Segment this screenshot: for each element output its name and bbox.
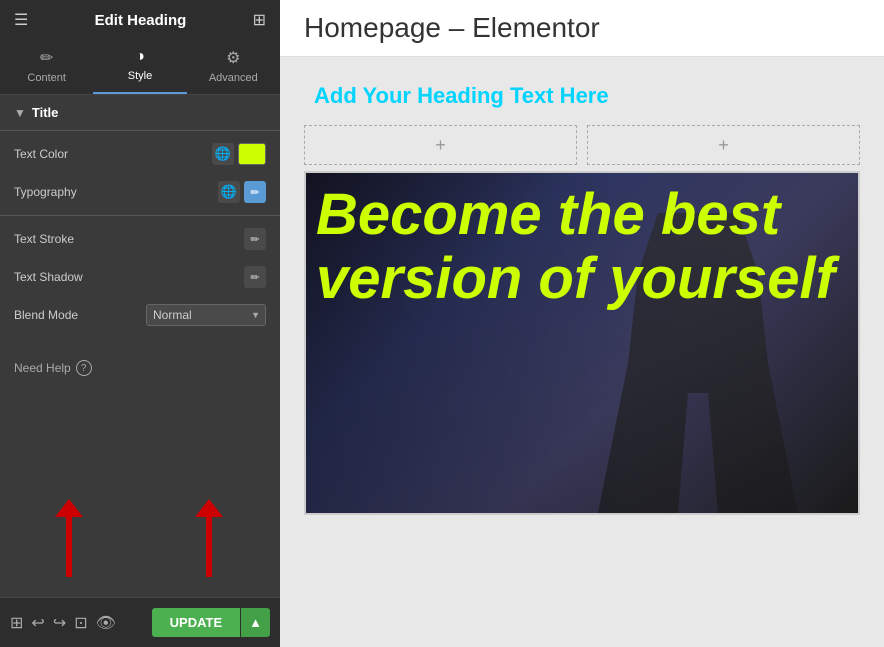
placeholder-row: + + bbox=[304, 125, 860, 165]
blend-mode-row: Blend Mode Normal Multiply Screen Overla… bbox=[0, 296, 280, 334]
text-stroke-row: Text Stroke ✏ bbox=[0, 220, 280, 258]
update-button[interactable]: UPDATE bbox=[152, 608, 240, 637]
text-stroke-controls: ✏ bbox=[244, 228, 266, 250]
text-color-controls: 🌐 bbox=[212, 143, 266, 165]
text-color-swatch[interactable] bbox=[238, 143, 266, 165]
left-arrow-up bbox=[55, 499, 83, 517]
canvas-area[interactable]: Add Your Heading Text Here + + Become th… bbox=[280, 57, 884, 647]
advanced-tab-icon: ⚙ bbox=[226, 48, 240, 68]
update-arrow-button[interactable]: ▲ bbox=[241, 608, 270, 637]
text-color-global-icon[interactable]: 🌐 bbox=[212, 143, 234, 165]
blend-mode-label: Blend Mode bbox=[14, 308, 78, 322]
grid-icon[interactable]: ⊞ bbox=[253, 10, 266, 30]
left-arrow-shaft bbox=[66, 517, 72, 577]
layers-icon[interactable]: ⊞ bbox=[10, 613, 23, 633]
typography-label: Typography bbox=[14, 185, 77, 199]
page-title-bar: Homepage – Elementor bbox=[280, 0, 884, 57]
page-title: Homepage – Elementor bbox=[304, 12, 860, 44]
eye-icon[interactable]: 👁 bbox=[96, 613, 116, 633]
typography-controls: 🌐 ✏ bbox=[218, 181, 266, 203]
text-shadow-row: Text Shadow ✏ bbox=[0, 258, 280, 296]
responsive-icon[interactable]: ⊡ bbox=[74, 613, 87, 633]
panel-title: Edit Heading bbox=[95, 12, 187, 29]
blend-mode-controls: Normal Multiply Screen Overlay Darken Li… bbox=[146, 304, 266, 326]
section-title-label: Title bbox=[32, 105, 59, 120]
need-help-row[interactable]: Need Help ? bbox=[0, 350, 280, 386]
typography-row: Typography 🌐 ✏ bbox=[0, 173, 280, 211]
typography-global-icon[interactable]: 🌐 bbox=[218, 181, 240, 203]
placeholder-box-left[interactable]: + bbox=[304, 125, 577, 165]
text-shadow-label: Text Shadow bbox=[14, 270, 83, 284]
redo-icon[interactable]: ↪ bbox=[53, 613, 66, 633]
blend-mode-select[interactable]: Normal Multiply Screen Overlay Darken Li… bbox=[146, 304, 266, 326]
style-tab-icon: ◑ bbox=[135, 48, 145, 66]
placeholder-box-right[interactable]: + bbox=[587, 125, 860, 165]
right-content: Homepage – Elementor Add Your Heading Te… bbox=[280, 0, 884, 647]
title-section-header[interactable]: ▼ Title bbox=[0, 95, 280, 131]
typography-edit-icon[interactable]: ✏ bbox=[244, 181, 266, 203]
text-stroke-label: Text Stroke bbox=[14, 232, 74, 246]
right-arrow-shaft bbox=[206, 517, 212, 577]
heading-element[interactable]: Add Your Heading Text Here bbox=[304, 77, 860, 115]
content-tab-label: Content bbox=[27, 72, 66, 84]
bottom-bar: ⊞ ↩ ↪ ⊡ 👁 UPDATE ▲ bbox=[0, 597, 280, 647]
need-help-label: Need Help bbox=[14, 361, 71, 375]
panel-header: ☰ Edit Heading ⊞ bbox=[0, 0, 280, 40]
text-color-label: Text Color bbox=[14, 147, 68, 161]
text-shadow-edit-icon[interactable]: ✏ bbox=[244, 266, 266, 288]
text-shadow-controls: ✏ bbox=[244, 266, 266, 288]
arrows-area bbox=[0, 386, 280, 597]
left-panel: ☰ Edit Heading ⊞ ✏ Content ◑ Style ⚙ Adv… bbox=[0, 0, 280, 647]
big-heading-text: Become the best version of yourself bbox=[316, 183, 848, 311]
properties-panel: Text Color 🌐 Typography 🌐 ✏ Text Stroke … bbox=[0, 131, 280, 350]
tab-advanced[interactable]: ⚙ Advanced bbox=[187, 40, 280, 94]
advanced-tab-label: Advanced bbox=[209, 72, 258, 84]
chevron-down-icon: ▼ bbox=[14, 106, 26, 120]
resize-handle[interactable] bbox=[858, 328, 860, 358]
separator-1 bbox=[0, 215, 280, 216]
text-stroke-edit-icon[interactable]: ✏ bbox=[244, 228, 266, 250]
text-color-row: Text Color 🌐 bbox=[0, 135, 280, 173]
update-btn-wrapper: UPDATE ▲ bbox=[152, 608, 270, 637]
history-icon[interactable]: ↩ bbox=[31, 613, 44, 633]
hamburger-icon[interactable]: ☰ bbox=[14, 10, 28, 30]
blend-mode-select-wrapper: Normal Multiply Screen Overlay Darken Li… bbox=[146, 304, 266, 326]
heading-text[interactable]: Add Your Heading Text Here bbox=[304, 77, 619, 115]
bottom-bar-icons: ⊞ ↩ ↪ ⊡ 👁 bbox=[10, 613, 116, 633]
style-tab-label: Style bbox=[128, 70, 152, 82]
help-icon[interactable]: ? bbox=[76, 360, 92, 376]
right-arrow bbox=[195, 499, 223, 577]
tab-style[interactable]: ◑ Style bbox=[93, 40, 186, 94]
panel-tabs: ✏ Content ◑ Style ⚙ Advanced bbox=[0, 40, 280, 95]
big-text-box[interactable]: Become the best version of yourself bbox=[304, 171, 860, 515]
tab-content[interactable]: ✏ Content bbox=[0, 40, 93, 94]
left-arrow bbox=[55, 499, 83, 577]
content-tab-icon: ✏ bbox=[40, 48, 53, 68]
right-arrow-up bbox=[195, 499, 223, 517]
